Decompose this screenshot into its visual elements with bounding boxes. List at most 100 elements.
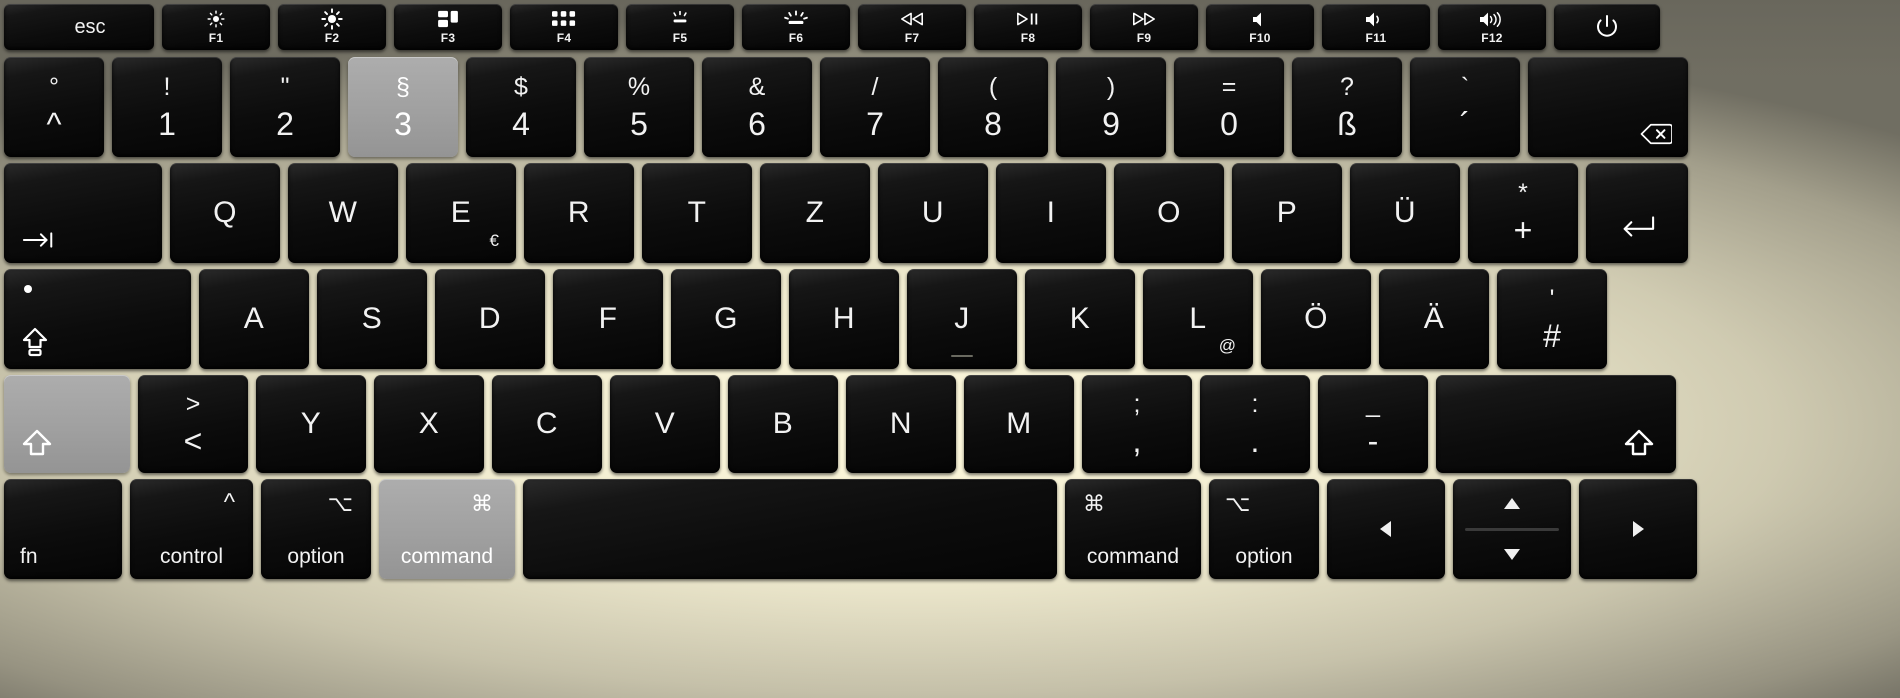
key-g[interactable]: G — [671, 269, 781, 369]
key-power[interactable] — [1554, 4, 1660, 50]
key-f7[interactable]: F7 — [858, 4, 966, 50]
key-8[interactable]: (8 — [938, 57, 1048, 157]
key-u-umlaut[interactable]: Ü — [1350, 163, 1460, 263]
key-option-left-label: option — [287, 545, 345, 568]
key-q-label: Q — [213, 196, 237, 229]
arrow-down-icon[interactable] — [1453, 531, 1571, 580]
key-t[interactable]: T — [642, 163, 752, 263]
key-sharp-s[interactable]: ? ß — [1292, 57, 1402, 157]
capslock-icon — [22, 327, 48, 357]
key-option-right[interactable]: ⌥ option — [1209, 479, 1319, 579]
key-9[interactable]: ) 9 — [1056, 57, 1166, 157]
key-a-umlaut[interactable]: Ä — [1379, 269, 1489, 369]
key-e[interactable]: E € — [406, 163, 516, 263]
key-delete[interactable] — [1528, 57, 1688, 157]
key-plus[interactable]: * + — [1468, 163, 1578, 263]
arrow-up-icon[interactable] — [1453, 479, 1571, 528]
key-angle-brackets[interactable]: > < — [138, 375, 248, 473]
key-0[interactable]: = 0 — [1174, 57, 1284, 157]
key-hash[interactable]: ' # — [1497, 269, 1607, 369]
key-f3[interactable]: F3 — [394, 4, 502, 50]
key-f1[interactable]: F1 — [162, 4, 270, 50]
key-o[interactable]: O — [1114, 163, 1224, 263]
key-h[interactable]: H — [789, 269, 899, 369]
key-capslock[interactable] — [4, 269, 191, 369]
key-e-label: E — [450, 196, 472, 229]
key-f[interactable]: F — [553, 269, 663, 369]
key-period[interactable]: :. — [1200, 375, 1310, 473]
key-3[interactable]: § 3 — [348, 57, 458, 157]
key-dash[interactable]: _ - — [1318, 375, 1428, 473]
key-acute[interactable]: ` ´ — [1410, 57, 1520, 157]
key-k[interactable]: K — [1025, 269, 1135, 369]
key-option-left[interactable]: ⌥ option — [261, 479, 371, 579]
key-7-label: 7 — [866, 105, 884, 142]
key-o-umlaut[interactable]: Ö — [1261, 269, 1371, 369]
key-5[interactable]: % 5 — [584, 57, 694, 157]
key-1[interactable]: ! 1 — [112, 57, 222, 157]
key-6[interactable]: & 6 — [702, 57, 812, 157]
key-shift-right[interactable] — [1436, 375, 1676, 473]
key-p[interactable]: P — [1232, 163, 1342, 263]
key-esc-label: esc — [74, 15, 106, 38]
key-f8[interactable]: F8 — [974, 4, 1082, 50]
key-n[interactable]: N — [846, 375, 956, 473]
key-4[interactable]: $4 — [466, 57, 576, 157]
key-esc[interactable]: esc — [4, 4, 154, 50]
key-f2[interactable]: F2 — [278, 4, 386, 50]
key-i-label: I — [1046, 196, 1056, 229]
key-m[interactable]: M — [964, 375, 1074, 473]
command-icon: ⌘ — [1083, 491, 1105, 516]
key-f11[interactable]: F11 — [1322, 4, 1430, 50]
key-arrow-left[interactable] — [1327, 479, 1445, 579]
key-2-shift-label: " — [280, 72, 290, 101]
mission-control-icon — [437, 10, 459, 29]
key-fn[interactable]: fn — [4, 479, 122, 579]
key-r[interactable]: R — [524, 163, 634, 263]
arrow-right-icon — [1579, 479, 1697, 579]
key-f12[interactable]: F12 — [1438, 4, 1546, 50]
key-tab[interactable] — [4, 163, 162, 263]
key-q[interactable]: Q — [170, 163, 280, 263]
key-command-left[interactable]: ⌘ command — [379, 479, 515, 579]
key-acute-label: ´ — [1459, 105, 1471, 142]
key-f10[interactable]: F10 — [1206, 4, 1314, 50]
key-i[interactable]: I — [996, 163, 1106, 263]
key-v[interactable]: V — [610, 375, 720, 473]
key-arrow-right[interactable] — [1579, 479, 1697, 579]
key-f4[interactable]: F4 — [510, 4, 618, 50]
key-z[interactable]: Z — [760, 163, 870, 263]
key-u[interactable]: U — [878, 163, 988, 263]
key-a[interactable]: A — [199, 269, 309, 369]
key-y-label: Y — [300, 407, 322, 440]
key-w[interactable]: W — [288, 163, 398, 263]
key-f6-label: F6 — [788, 30, 804, 45]
keyboard: esc F1 F2 F3 F4 F5 F6 F7 F8 F9 F10 F11 F… — [0, 0, 1900, 698]
shift-row: > < Y X C V B N M ;, :. _ - — [0, 375, 1900, 473]
key-circumflex[interactable]: ° ^ — [4, 57, 104, 157]
key-command-right[interactable]: ⌘ command — [1065, 479, 1201, 579]
key-f3-label: F3 — [440, 30, 456, 45]
key-f6[interactable]: F6 — [742, 4, 850, 50]
backspace-icon — [1640, 123, 1672, 145]
key-j[interactable]: J — [907, 269, 1017, 369]
key-f5[interactable]: F5 — [626, 4, 734, 50]
key-comma[interactable]: ;, — [1082, 375, 1192, 473]
key-c[interactable]: C — [492, 375, 602, 473]
key-f7-label: F7 — [904, 30, 920, 45]
key-control[interactable]: ^ control — [130, 479, 253, 579]
key-l[interactable]: L @ — [1143, 269, 1253, 369]
key-return[interactable] — [1586, 163, 1688, 263]
key-z-label: Z — [805, 196, 825, 229]
key-b[interactable]: B — [728, 375, 838, 473]
key-shift-left[interactable] — [4, 375, 130, 473]
key-y[interactable]: Y — [256, 375, 366, 473]
key-space[interactable] — [523, 479, 1057, 579]
key-s[interactable]: S — [317, 269, 427, 369]
key-arrow-updown[interactable] — [1453, 479, 1571, 579]
key-x[interactable]: X — [374, 375, 484, 473]
key-2[interactable]: " 2 — [230, 57, 340, 157]
key-d[interactable]: D — [435, 269, 545, 369]
key-7[interactable]: /7 — [820, 57, 930, 157]
key-f9[interactable]: F9 — [1090, 4, 1198, 50]
